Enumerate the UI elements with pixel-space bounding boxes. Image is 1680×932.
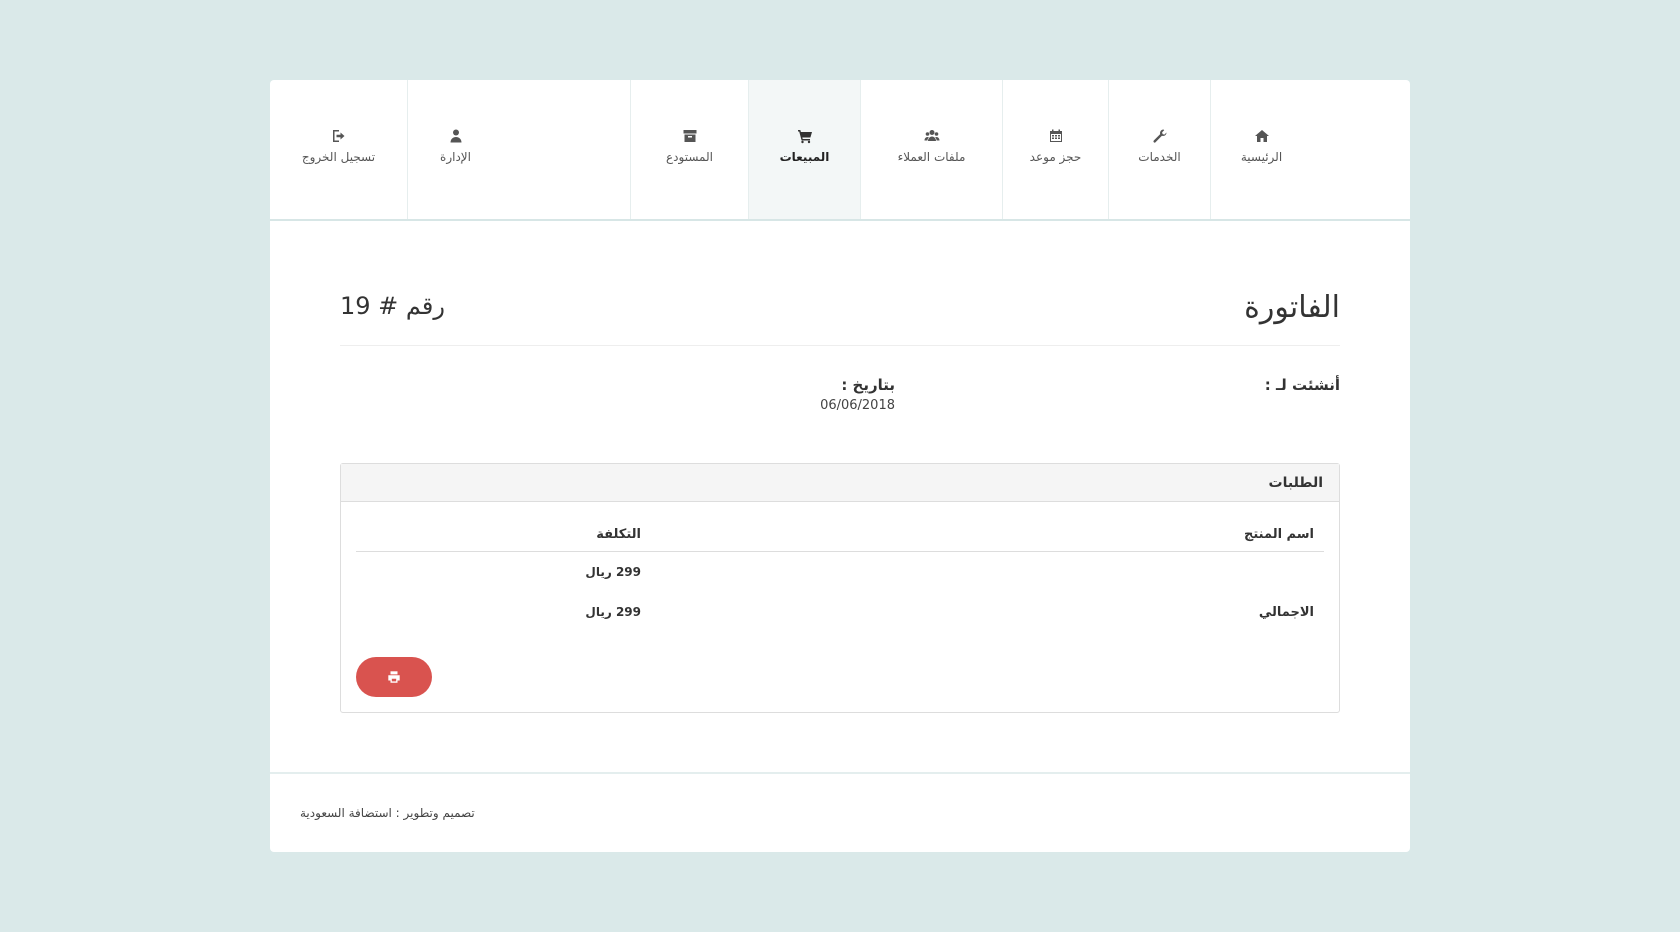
cart-icon xyxy=(797,128,813,144)
footer-divider xyxy=(270,772,1410,774)
table-row: 299 ريال xyxy=(356,560,1324,590)
total-cost: 299 ريال xyxy=(585,605,641,619)
invoice-title: الفاتورة xyxy=(1244,290,1340,325)
print-icon xyxy=(387,670,401,684)
user-icon xyxy=(448,128,464,144)
nav-item-services[interactable]: الخدمات xyxy=(1108,80,1210,219)
archive-icon xyxy=(682,128,698,144)
row-cost: 299 ريال xyxy=(585,565,641,579)
nav-item-warehouse[interactable]: المستودع xyxy=(630,80,748,219)
column-header-product-name: اسم المنتج xyxy=(1244,527,1314,542)
footer-credit: تصميم وتطوير : استضافة السعودية xyxy=(300,806,475,820)
nav-item-logout[interactable]: تسجيل الخروج xyxy=(270,80,407,219)
main-card: الرئيسية الخدمات حجز موعد ملفات العملاء … xyxy=(270,80,1410,852)
total-label: الاجمالي xyxy=(1258,605,1314,620)
orders-panel-heading: الطلبات xyxy=(341,464,1339,502)
nav-label-home: الرئيسية xyxy=(1240,150,1283,164)
orders-table-header: اسم المنتج التكلفة xyxy=(356,519,1324,552)
nav-label-customers: ملفات العملاء xyxy=(897,150,966,164)
nav-label-warehouse: المستودع xyxy=(666,150,713,164)
calendar-icon xyxy=(1048,128,1064,144)
users-icon xyxy=(924,128,940,144)
nav-label-admin: الإدارة xyxy=(440,150,471,164)
orders-panel-title: الطلبات xyxy=(1268,474,1323,491)
nav-item-customers[interactable]: ملفات العملاء xyxy=(860,80,1002,219)
nav-label-services: الخدمات xyxy=(1138,150,1181,164)
top-nav: الرئيسية الخدمات حجز موعد ملفات العملاء … xyxy=(270,80,1410,221)
total-row: الاجمالي 299 ريال xyxy=(356,600,1324,630)
nav-item-admin[interactable]: الإدارة xyxy=(407,80,503,219)
nav-item-booking[interactable]: حجز موعد xyxy=(1002,80,1108,219)
column-header-cost: التكلفة xyxy=(596,527,641,542)
nav-item-home[interactable]: الرئيسية xyxy=(1210,80,1312,219)
orders-panel: الطلبات اسم المنتج التكلفة 299 ريال الاج… xyxy=(340,463,1340,713)
date-label: بتاريخ : xyxy=(841,376,895,394)
title-divider xyxy=(340,345,1340,346)
invoice-number: رقم # 19 xyxy=(340,292,445,320)
nav-label-booking: حجز موعد xyxy=(1029,150,1082,164)
nav-label-logout: تسجيل الخروج xyxy=(301,150,376,164)
date-value: 06/06/2018 xyxy=(820,398,895,413)
wrench-icon xyxy=(1152,128,1168,144)
date-block: بتاريخ : 06/06/2018 xyxy=(740,376,895,413)
nav-item-sales[interactable]: المبيعات xyxy=(748,80,860,219)
print-button[interactable] xyxy=(356,657,432,697)
home-icon xyxy=(1254,128,1270,144)
created-by-label: أنشئت لـ : xyxy=(1264,376,1340,394)
sign-out-icon xyxy=(331,128,347,144)
nav-label-sales: المبيعات xyxy=(779,150,830,164)
